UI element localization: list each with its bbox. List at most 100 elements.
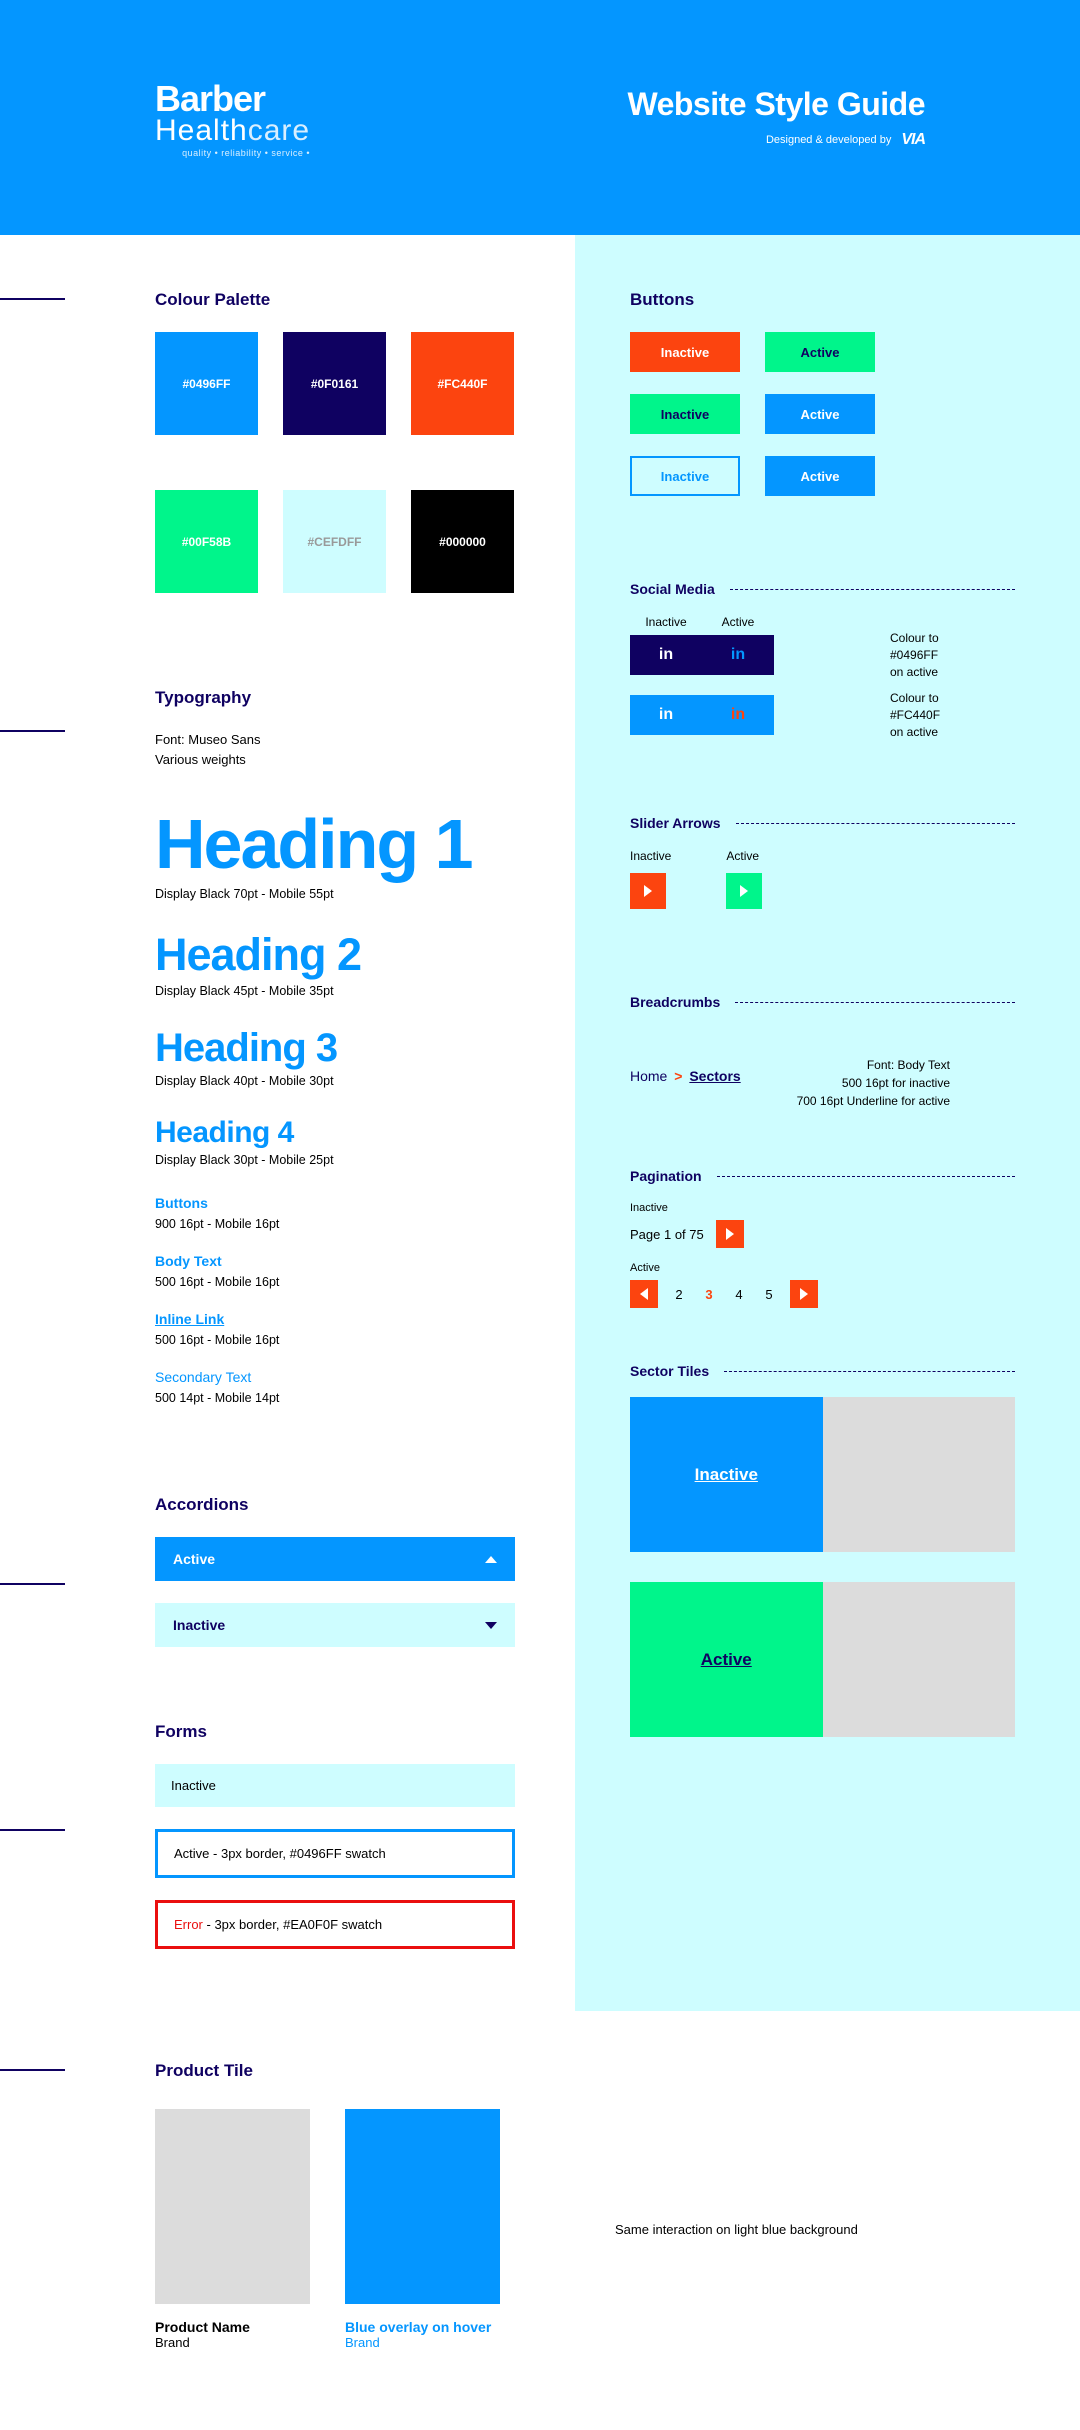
caret-up-icon: [485, 1556, 497, 1563]
buttons-spec: 900 16pt - Mobile 16pt: [155, 1217, 515, 1231]
button-inactive-outline[interactable]: Inactive: [630, 456, 740, 496]
left-column: Colour Palette #0496FF #0F0161 #FC440F #…: [0, 235, 575, 2011]
breadcrumb-note: Font: Body Text 500 16pt for inactive 70…: [797, 1056, 950, 1110]
main-content: Colour Palette #0496FF #0F0161 #FC440F #…: [0, 235, 1080, 2011]
section-title-sector: Sector Tiles: [630, 1363, 1015, 1379]
page-3[interactable]: 3: [700, 1287, 718, 1302]
slider-arrow-inactive[interactable]: [630, 873, 666, 909]
product-tile-hover[interactable]: Blue overlay on hover Brand: [345, 2109, 500, 2350]
pagination-next-2[interactable]: [790, 1280, 818, 1308]
logo-tagline: quality • reliability • service •: [155, 148, 310, 158]
agency-logo: VIA: [901, 131, 925, 149]
slider-active-label: Active: [726, 849, 762, 863]
button-active-blue-2[interactable]: Active: [765, 456, 875, 496]
section-title-buttons: Buttons: [630, 290, 1015, 310]
product-tile-default[interactable]: Product Name Brand: [155, 2109, 310, 2350]
form-inactive[interactable]: Inactive: [155, 1764, 515, 1807]
breadcrumb-current[interactable]: Sectors: [689, 1068, 740, 1084]
header: Barber Healthcare quality • reliability …: [0, 0, 1080, 235]
swatch-blue: #0496FF: [155, 332, 258, 435]
heading-3-sample: Heading 3: [155, 1026, 515, 1071]
button-inactive-orange[interactable]: Inactive: [630, 332, 740, 372]
logo-bottom: Healthcare: [155, 114, 310, 148]
divider: [735, 1002, 1015, 1003]
page-title: Website Style Guide: [627, 86, 925, 123]
slider-arrow-active[interactable]: [726, 873, 762, 909]
social-state-labels: Inactive Active: [630, 615, 1015, 629]
secondary-spec: 500 14pt - Mobile 14pt: [155, 1391, 515, 1405]
social-note-1: Colour to #0496FF on active: [890, 630, 939, 680]
link-label: Inline Link: [155, 1311, 515, 1327]
product-image-hover: [345, 2109, 500, 2304]
section-title-accordions: Accordions: [155, 1495, 515, 1515]
button-row-1: Inactive Active: [630, 332, 1015, 372]
product-name-hover: Blue overlay on hover: [345, 2319, 500, 2335]
slider-inactive-label: Inactive: [630, 849, 671, 863]
arrow-right-icon: [726, 1228, 734, 1240]
breadcrumb: Home > Sectors: [630, 1068, 741, 1084]
page-4[interactable]: 4: [730, 1287, 748, 1302]
section-title-product: Product Tile: [155, 2061, 1020, 2081]
arrow-right-icon: [800, 1288, 808, 1300]
divider: [730, 589, 1015, 590]
form-active[interactable]: Active - 3px border, #0496FF swatch: [155, 1829, 515, 1878]
link-spec: 500 16pt - Mobile 16pt: [155, 1333, 515, 1347]
heading-2-meta: Display Black 45pt - Mobile 35pt: [155, 984, 515, 998]
section-title-social: Social Media: [630, 581, 1015, 597]
section-title-typography: Typography: [155, 688, 515, 708]
arrow-right-icon: [740, 885, 748, 897]
section-title-palette: Colour Palette: [155, 290, 515, 310]
swatch-navy: #0F0161: [283, 332, 386, 435]
product-section: Product Tile Product Name Brand Blue ove…: [0, 2011, 1080, 2430]
pagination-prev[interactable]: [630, 1280, 658, 1308]
pagination-active-label: Active: [630, 1262, 1015, 1274]
swatch-black: #000000: [411, 490, 514, 593]
sector-tile-placeholder: [823, 1582, 1016, 1737]
button-active-green[interactable]: Active: [765, 332, 875, 372]
slider-arrow-row: Inactive Active: [630, 849, 1015, 909]
pagination-next[interactable]: [716, 1220, 744, 1248]
page-2[interactable]: 2: [670, 1287, 688, 1302]
swatch-orange: #FC440F: [411, 332, 514, 435]
pagination-active: 2 3 4 5: [630, 1280, 1015, 1308]
section-title-forms: Forms: [155, 1722, 515, 1742]
section-title-slider: Slider Arrows: [630, 815, 1015, 831]
product-brand: Brand: [155, 2335, 310, 2350]
sector-tile-active[interactable]: Active: [630, 1582, 823, 1737]
button-row-2: Inactive Active: [630, 394, 1015, 434]
accordion-active[interactable]: Active: [155, 1537, 515, 1581]
button-inactive-green[interactable]: Inactive: [630, 394, 740, 434]
social-bar-navy: in in: [630, 635, 1015, 675]
linkedin-icon-active-2[interactable]: in: [702, 695, 774, 735]
linkedin-icon-active[interactable]: in: [702, 635, 774, 675]
buttons-label: Buttons: [155, 1195, 515, 1211]
arrow-right-icon: [644, 885, 652, 897]
logo: Barber Healthcare quality • reliability …: [155, 78, 310, 158]
secondary-label: Secondary Text: [155, 1369, 515, 1385]
breadcrumb-home[interactable]: Home: [630, 1068, 667, 1084]
pagination-text: Page 1 of 75: [630, 1227, 704, 1242]
page-subtitle: Designed & developed by VIA: [627, 131, 925, 149]
social-bar-blue: in in: [630, 695, 1015, 735]
page-title-block: Website Style Guide Designed & developed…: [627, 86, 925, 149]
sector-row-active: Active: [630, 1582, 1015, 1737]
heading-2-sample: Heading 2: [155, 929, 515, 981]
linkedin-icon-inactive-2[interactable]: in: [630, 695, 702, 735]
body-label: Body Text: [155, 1253, 515, 1269]
form-error[interactable]: Error - 3px border, #EA0F0F swatch: [155, 1900, 515, 1949]
arrow-left-icon: [640, 1288, 648, 1300]
heading-4-meta: Display Black 30pt - Mobile 25pt: [155, 1153, 515, 1167]
swatch-green: #00F58B: [155, 490, 258, 593]
product-image-placeholder: [155, 2109, 310, 2304]
product-note: Same interaction on light blue backgroun…: [615, 2222, 858, 2237]
typography-intro: Font: Museo Sans Various weights: [155, 730, 515, 769]
heading-3-meta: Display Black 40pt - Mobile 30pt: [155, 1074, 515, 1088]
divider: [717, 1176, 1015, 1177]
linkedin-icon-inactive[interactable]: in: [630, 635, 702, 675]
accordion-inactive[interactable]: Inactive: [155, 1603, 515, 1647]
sector-tile-inactive[interactable]: Inactive: [630, 1397, 823, 1552]
page-5[interactable]: 5: [760, 1287, 778, 1302]
sector-tile-placeholder: [823, 1397, 1016, 1552]
body-spec: 500 16pt - Mobile 16pt: [155, 1275, 515, 1289]
button-active-blue[interactable]: Active: [765, 394, 875, 434]
